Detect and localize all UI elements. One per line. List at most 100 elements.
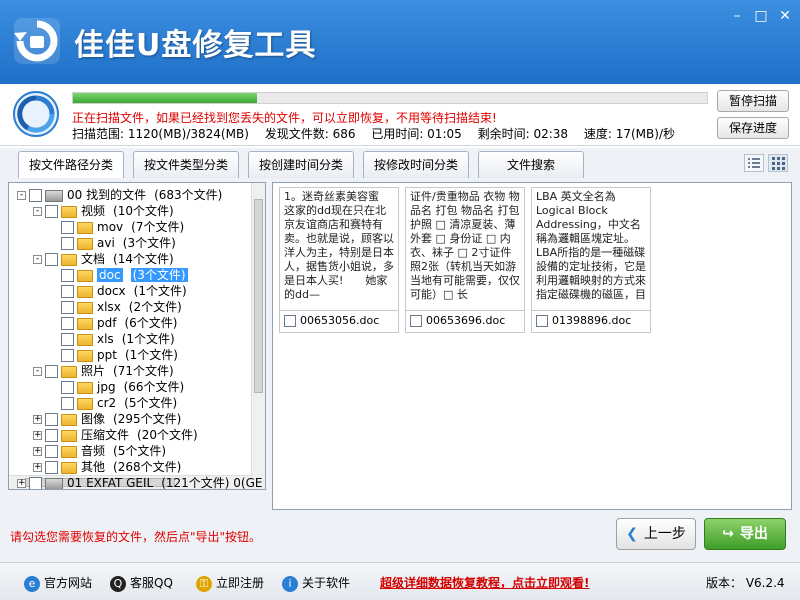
tree-checkbox[interactable] [45,365,58,378]
customer-qq-link[interactable]: Q 客服QQ [110,574,173,592]
official-website-label: 官方网站 [44,576,93,590]
tree-expander-icon[interactable]: - [33,207,42,216]
tree-expander-icon[interactable]: + [33,431,42,440]
tree-row[interactable]: - 照片 (71个文件) [33,363,174,379]
maximize-button[interactable]: □ [752,8,770,24]
folder-icon [61,429,77,442]
tree-checkbox[interactable] [45,413,58,426]
tree-row[interactable]: + 图像 (295个文件) [33,411,181,427]
folder-icon [77,349,93,362]
tree-expander-icon[interactable]: - [33,255,42,264]
info-icon: i [282,575,298,592]
folder-tree[interactable]: - 00 找到的文件 (683个文件) - 视频 (10个文件) mov (7个文件) avi (… [8,182,266,490]
tree-checkbox[interactable] [61,301,74,314]
tree-scroll-thumb[interactable] [254,199,263,393]
tree-checkbox[interactable] [61,381,74,394]
export-icon: ↪ [722,526,734,542]
file-preview-text: LBA 英文全名為Logical Block Addressing，中文名稱為邏… [536,190,646,300]
tree-checkbox[interactable] [61,397,74,410]
category-tabs: 按文件路径分类 按文件类型分类 按创建时间分类 按修改时间分类 文件搜索 [0,148,800,179]
file-preview-text: 1。迷奇丝素美容蜜 这家的dd现在只在北京友谊商店和赛特有卖。也就是说，顾客以洋… [284,190,396,300]
tree-checkbox[interactable] [61,237,74,250]
tree-row[interactable]: ppt (1个文件) [49,347,178,363]
file-checkbox[interactable] [536,315,548,327]
tree-checkbox[interactable] [61,269,74,282]
tree-row[interactable]: +01 EXFAT GEIL (121个文件) 0(GE [17,475,263,489]
tree-row[interactable]: pdf (6个文件) [49,315,177,331]
tree-checkbox[interactable] [61,221,74,234]
minimize-button[interactable]: – [728,8,746,24]
tree-checkbox[interactable] [29,477,42,489]
tree-item-name: 00 找到的文件 [67,188,147,202]
pause-scan-button[interactable]: 暂停扫描 [717,90,789,112]
tutorial-promo-link[interactable]: 超级详细数据恢复教程，点击立即观看! [380,574,589,591]
official-website-link[interactable]: e 官方网站 [24,574,92,592]
tree-row[interactable]: - 视频 (10个文件) [33,203,174,219]
file-checkbox[interactable] [284,315,296,327]
previous-step-label: 上一步 [643,526,686,542]
tree-checkbox[interactable] [61,349,74,362]
tree-row[interactable]: docx (1个文件) [49,283,187,299]
export-hint: 请勾选您需要恢复的文件，然后点"导出"按钮。 [10,530,262,544]
file-preview-panel: 1。迷奇丝素美容蜜 这家的dd现在只在北京友谊商店和赛特有卖。也就是说，顾客以洋… [272,182,792,510]
tree-checkbox[interactable] [61,285,74,298]
close-button[interactable]: ✕ [776,8,794,24]
tab-by-path[interactable]: 按文件路径分类 [18,151,124,179]
tree-vertical-scrollbar[interactable] [251,183,265,489]
tree-checkbox[interactable] [61,317,74,330]
tree-checkbox[interactable] [29,189,42,202]
previous-step-button[interactable]: ❮ 上一步 [616,518,696,550]
tree-expander-icon[interactable]: + [17,479,26,488]
tree-row[interactable]: - 文档 (14个文件) [33,251,174,267]
tab-by-created-time[interactable]: 按创建时间分类 [248,151,354,178]
tree-checkbox[interactable] [45,445,58,458]
tree-row[interactable]: jpg (66个文件) [49,379,184,395]
tree-item-count: (2个文件) [128,300,182,314]
file-card[interactable]: 1。迷奇丝素美容蜜 这家的dd现在只在北京友谊商店和赛特有卖。也就是说，顾客以洋… [279,187,399,333]
tree-row[interactable]: xlsx (2个文件) [49,299,182,315]
thumbnail-view-icon[interactable] [768,154,788,172]
tree-row[interactable]: mov (7个文件) [49,219,184,235]
tree-expander-icon[interactable]: - [17,191,26,200]
tree-checkbox[interactable] [45,461,58,474]
tree-row[interactable]: avi (3个文件) [49,235,176,251]
tree-checkbox[interactable] [45,205,58,218]
tree-row[interactable]: + 压缩文件 (20个文件) [33,427,198,443]
file-checkbox[interactable] [410,315,422,327]
folder-icon [77,285,93,298]
tree-row[interactable]: + 音频 (5个文件) [33,443,166,459]
list-view-icon[interactable] [744,154,764,172]
folder-icon [61,253,77,266]
tree-row[interactable]: cr2 (5个文件) [49,395,177,411]
tree-row[interactable]: xls (1个文件) [49,331,175,347]
tab-by-modified-time[interactable]: 按修改时间分类 [363,151,469,178]
drive-icon [45,189,63,202]
tree-expander-icon[interactable]: - [33,367,42,376]
tree-checkbox[interactable] [45,429,58,442]
tree-item-count: (3个文件) [130,268,188,282]
key-icon: ⚿ [196,575,212,592]
file-card[interactable]: 证件/贵重物品 衣物 物品名 打包 物品名 打包 护照 □ 清凉夏装、薄外套 □… [405,187,525,333]
file-card[interactable]: LBA 英文全名為Logical Block Addressing，中文名稱為邏… [531,187,651,333]
tree-item-name: mov [97,220,124,234]
tree-item-name: 压缩文件 [81,428,130,442]
tree-row[interactable]: doc (3个文件) [49,267,188,283]
tree-checkbox[interactable] [45,253,58,266]
tab-file-search[interactable]: 文件搜索 [478,151,584,178]
tree-row[interactable]: + 其他 (268个文件) [33,459,181,475]
export-button[interactable]: ↪ 导出 [704,518,786,550]
tree-checkbox[interactable] [61,333,74,346]
tree-item-count: (10个文件) [113,204,174,218]
folder-icon [61,461,77,474]
file-card-footer: 01398896.doc [532,310,650,332]
tree-expander-icon[interactable]: + [33,415,42,424]
tree-row[interactable]: - 00 找到的文件 (683个文件) [17,187,222,203]
tree-expander-icon[interactable]: + [33,447,42,456]
about-link[interactable]: i 关于软件 [282,574,350,592]
tab-by-type[interactable]: 按文件类型分类 [133,151,239,178]
tree-item-name: xls [97,332,114,346]
tree-expander-icon[interactable]: + [33,463,42,472]
save-progress-button[interactable]: 保存进度 [717,117,789,139]
register-link[interactable]: ⚿ 立即注册 [196,574,264,592]
folder-icon [77,381,93,394]
